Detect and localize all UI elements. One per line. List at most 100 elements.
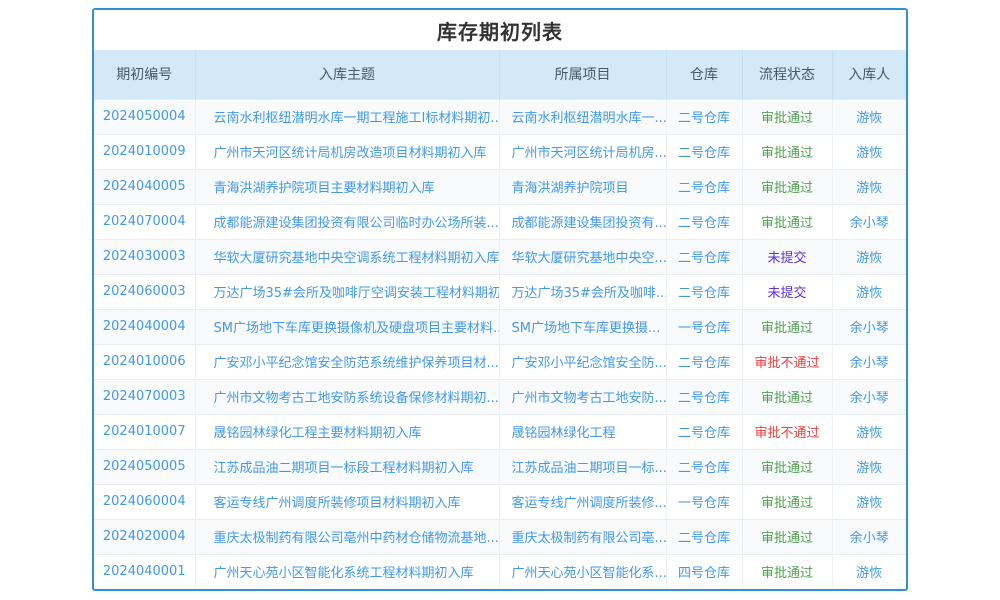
- row-id[interactable]: 2024020004: [94, 519, 195, 554]
- row-project[interactable]: SM广场地下车库更换摄...: [499, 309, 666, 344]
- row-status: 审批通过: [742, 379, 832, 414]
- row-subject[interactable]: SM广场地下车库更换摄像机及硬盘项目主要材料...: [195, 309, 499, 344]
- table-row[interactable]: 2024020004 重庆太极制药有限公司亳州中药材仓储物流基地... 重庆太极…: [94, 519, 906, 554]
- row-id[interactable]: 2024060003: [94, 274, 195, 309]
- row-warehouse: 二号仓库: [666, 379, 742, 414]
- row-person: 游恢: [832, 239, 906, 274]
- row-warehouse: 二号仓库: [666, 274, 742, 309]
- row-warehouse: 二号仓库: [666, 99, 742, 134]
- row-person: 游恢: [832, 414, 906, 449]
- row-project[interactable]: 广安邓小平纪念馆安全防...: [499, 344, 666, 379]
- row-project[interactable]: 广州天心苑小区智能化系...: [499, 554, 666, 589]
- row-project[interactable]: 成都能源建设集团投资有...: [499, 204, 666, 239]
- title-bar: 库存期初列表: [94, 10, 906, 50]
- row-person: 游恢: [832, 134, 906, 169]
- inventory-table: 期初编号 入库主题 所属项目 仓库 流程状态 入库人 2024050004 云南…: [94, 50, 906, 589]
- row-subject[interactable]: 广州天心苑小区智能化系统工程材料期初入库: [195, 554, 499, 589]
- row-project[interactable]: 晟铭园林绿化工程: [499, 414, 666, 449]
- table-row[interactable]: 2024070003 广州市文物考古工地安防系统设备保修材料期初... 广州市文…: [94, 379, 906, 414]
- row-project[interactable]: 广州市天河区统计局机房...: [499, 134, 666, 169]
- table-row[interactable]: 2024070004 成都能源建设集团投资有限公司临时办公场所装... 成都能源…: [94, 204, 906, 239]
- table-row[interactable]: 2024010006 广安邓小平纪念馆安全防范系统维护保养项目材... 广安邓小…: [94, 344, 906, 379]
- row-person: 余小琴: [832, 379, 906, 414]
- row-id[interactable]: 2024070003: [94, 379, 195, 414]
- column-header-subject: 入库主题: [195, 50, 499, 99]
- row-id[interactable]: 2024050004: [94, 99, 195, 134]
- table-row[interactable]: 2024060003 万达广场35#会所及咖啡厅空调安装工程材料期初... 万达…: [94, 274, 906, 309]
- row-warehouse: 一号仓库: [666, 309, 742, 344]
- row-subject[interactable]: 青海洪湖养护院项目主要材料期初入库: [195, 169, 499, 204]
- row-subject[interactable]: 云南水利枢纽潜明水库一期工程施工I标材料期初...: [195, 99, 499, 134]
- row-project[interactable]: 华软大厦研究基地中央空...: [499, 239, 666, 274]
- row-subject[interactable]: 广州市天河区统计局机房改造项目材料期初入库: [195, 134, 499, 169]
- row-subject[interactable]: 万达广场35#会所及咖啡厅空调安装工程材料期初...: [195, 274, 499, 309]
- row-person: 余小琴: [832, 519, 906, 554]
- row-project[interactable]: 云南水利枢纽潜明水库一...: [499, 99, 666, 134]
- row-warehouse: 一号仓库: [666, 484, 742, 519]
- row-project[interactable]: 广州市文物考古工地安防...: [499, 379, 666, 414]
- row-status: 审批通过: [742, 484, 832, 519]
- table-row[interactable]: 2024030003 华软大厦研究基地中央空调系统工程材料期初入库 华软大厦研究…: [94, 239, 906, 274]
- row-id[interactable]: 2024010009: [94, 134, 195, 169]
- row-status: 审批通过: [742, 554, 832, 589]
- column-header-id: 期初编号: [94, 50, 195, 99]
- row-status: 审批通过: [742, 309, 832, 344]
- row-id[interactable]: 2024050005: [94, 449, 195, 484]
- row-warehouse: 二号仓库: [666, 239, 742, 274]
- row-person: 游恢: [832, 554, 906, 589]
- row-subject[interactable]: 广安邓小平纪念馆安全防范系统维护保养项目材...: [195, 344, 499, 379]
- table-row[interactable]: 2024010009 广州市天河区统计局机房改造项目材料期初入库 广州市天河区统…: [94, 134, 906, 169]
- row-warehouse: 二号仓库: [666, 134, 742, 169]
- row-id[interactable]: 2024010006: [94, 344, 195, 379]
- row-status: 审批不通过: [742, 414, 832, 449]
- row-project[interactable]: 万达广场35#会所及咖啡...: [499, 274, 666, 309]
- row-id[interactable]: 2024060004: [94, 484, 195, 519]
- table-header-row: 期初编号 入库主题 所属项目 仓库 流程状态 入库人: [94, 50, 906, 99]
- row-id[interactable]: 2024030003: [94, 239, 195, 274]
- table-row[interactable]: 2024010007 晟铭园林绿化工程主要材料期初入库 晟铭园林绿化工程 二号仓…: [94, 414, 906, 449]
- table-row[interactable]: 2024060004 客运专线广州调度所装修项目材料期初入库 客运专线广州调度所…: [94, 484, 906, 519]
- table-row[interactable]: 2024040001 广州天心苑小区智能化系统工程材料期初入库 广州天心苑小区智…: [94, 554, 906, 589]
- row-project[interactable]: 青海洪湖养护院项目: [499, 169, 666, 204]
- row-id[interactable]: 2024070004: [94, 204, 195, 239]
- column-header-status: 流程状态: [742, 50, 832, 99]
- inventory-list-card: 库存期初列表 期初编号 入库主题 所属项目 仓库 流程状态 入库人 202405…: [92, 8, 908, 591]
- row-warehouse: 二号仓库: [666, 519, 742, 554]
- row-subject[interactable]: 广州市文物考古工地安防系统设备保修材料期初...: [195, 379, 499, 414]
- row-subject[interactable]: 晟铭园林绿化工程主要材料期初入库: [195, 414, 499, 449]
- row-id[interactable]: 2024010007: [94, 414, 195, 449]
- table-row[interactable]: 2024050005 江苏成品油二期项目一标段工程材料期初入库 江苏成品油二期项…: [94, 449, 906, 484]
- row-warehouse: 二号仓库: [666, 169, 742, 204]
- row-person: 余小琴: [832, 344, 906, 379]
- row-status: 未提交: [742, 239, 832, 274]
- row-subject[interactable]: 重庆太极制药有限公司亳州中药材仓储物流基地...: [195, 519, 499, 554]
- row-warehouse: 二号仓库: [666, 449, 742, 484]
- row-status: 未提交: [742, 274, 832, 309]
- row-warehouse: 二号仓库: [666, 414, 742, 449]
- table-row[interactable]: 2024040005 青海洪湖养护院项目主要材料期初入库 青海洪湖养护院项目 二…: [94, 169, 906, 204]
- row-project[interactable]: 江苏成品油二期项目一标...: [499, 449, 666, 484]
- column-header-person: 入库人: [832, 50, 906, 99]
- row-person: 游恢: [832, 449, 906, 484]
- row-project[interactable]: 客运专线广州调度所装修...: [499, 484, 666, 519]
- column-header-warehouse: 仓库: [666, 50, 742, 99]
- table-row[interactable]: 2024050004 云南水利枢纽潜明水库一期工程施工I标材料期初... 云南水…: [94, 99, 906, 134]
- row-person: 余小琴: [832, 309, 906, 344]
- page-title: 库存期初列表: [437, 16, 563, 45]
- row-subject[interactable]: 江苏成品油二期项目一标段工程材料期初入库: [195, 449, 499, 484]
- row-status: 审批通过: [742, 204, 832, 239]
- row-project[interactable]: 重庆太极制药有限公司亳...: [499, 519, 666, 554]
- row-status: 审批通过: [742, 134, 832, 169]
- row-warehouse: 二号仓库: [666, 344, 742, 379]
- row-status: 审批不通过: [742, 344, 832, 379]
- row-status: 审批通过: [742, 169, 832, 204]
- row-subject[interactable]: 客运专线广州调度所装修项目材料期初入库: [195, 484, 499, 519]
- row-id[interactable]: 2024040004: [94, 309, 195, 344]
- row-subject[interactable]: 成都能源建设集团投资有限公司临时办公场所装...: [195, 204, 499, 239]
- table-row[interactable]: 2024040004 SM广场地下车库更换摄像机及硬盘项目主要材料... SM广…: [94, 309, 906, 344]
- row-id[interactable]: 2024040001: [94, 554, 195, 589]
- row-warehouse: 四号仓库: [666, 554, 742, 589]
- row-id[interactable]: 2024040005: [94, 169, 195, 204]
- row-status: 审批通过: [742, 449, 832, 484]
- row-subject[interactable]: 华软大厦研究基地中央空调系统工程材料期初入库: [195, 239, 499, 274]
